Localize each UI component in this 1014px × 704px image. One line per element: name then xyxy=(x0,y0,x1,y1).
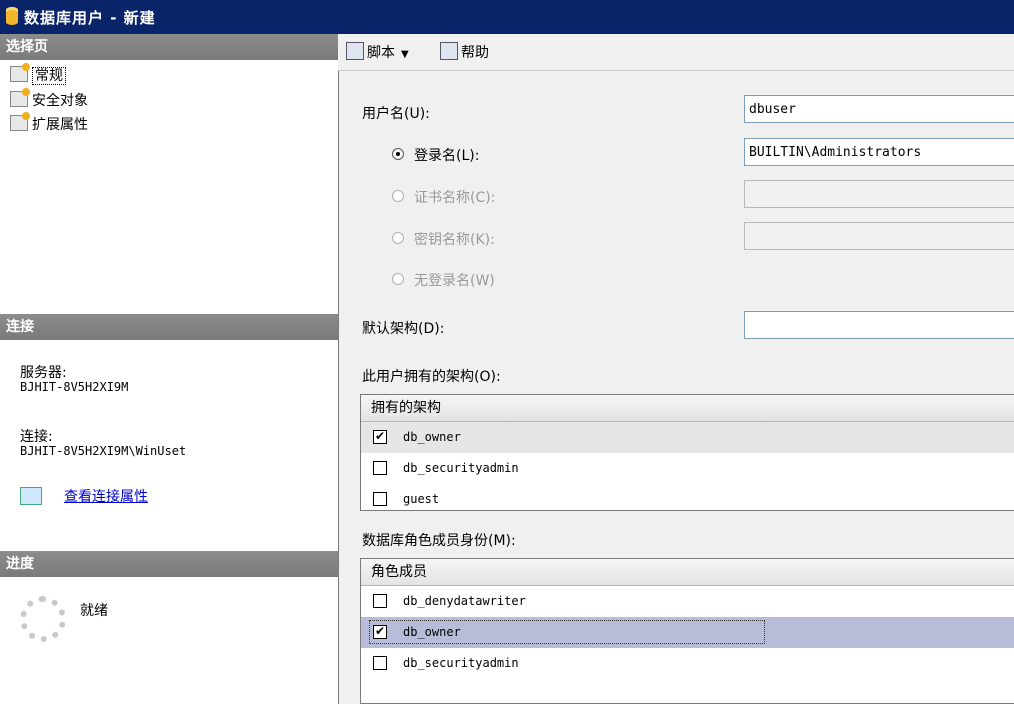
default-schema-input[interactable] xyxy=(744,311,1014,339)
left-pane: 选择页 常规 安全对象 扩展属性 连接 服务器: BJHIT-8V5H2XI9M… xyxy=(0,34,339,704)
progress-spinner-icon xyxy=(20,596,66,642)
table-row[interactable]: db_owner xyxy=(361,421,1014,453)
page-item-general[interactable]: 常规 xyxy=(10,63,66,86)
server-label: 服务器: xyxy=(20,365,67,381)
table-row[interactable]: db_securityadmin xyxy=(361,453,1014,484)
script-button[interactable]: 脚本 ▼ xyxy=(346,42,409,65)
script-icon xyxy=(346,42,364,60)
help-icon xyxy=(440,42,458,60)
select-page-header: 选择页 xyxy=(0,34,338,60)
checkbox[interactable] xyxy=(373,492,387,506)
help-button[interactable]: 帮助 xyxy=(440,42,489,63)
database-icon xyxy=(6,7,18,25)
script-label: 脚本 xyxy=(367,45,395,61)
table-row[interactable]: db_denydatawriter xyxy=(361,586,1014,617)
page-item-securables[interactable]: 安全对象 xyxy=(10,88,88,111)
window-title: 数据库用户 - 新建 xyxy=(24,9,156,27)
page-label: 扩展属性 xyxy=(32,117,88,133)
page-icon xyxy=(10,112,30,131)
row-label: db_owner xyxy=(403,625,461,639)
row-label: db_denydatawriter xyxy=(403,594,526,608)
username-label: 用户名(U): xyxy=(362,106,430,122)
page-label: 安全对象 xyxy=(32,93,88,109)
row-label: guest xyxy=(403,492,440,506)
connection-header: 连接 xyxy=(0,314,338,340)
checkbox[interactable] xyxy=(373,656,387,670)
owned-schemas-header: 拥有的架构 xyxy=(361,395,1014,422)
no-login-radio[interactable] xyxy=(392,273,404,285)
table-row[interactable]: db_securityadmin xyxy=(361,648,1014,679)
page-item-extended-properties[interactable]: 扩展属性 xyxy=(10,112,88,135)
view-connection-properties-link[interactable]: 查看连接属性 xyxy=(64,486,148,506)
checkbox[interactable] xyxy=(373,421,387,452)
page-icon xyxy=(10,63,30,82)
certificate-input xyxy=(744,180,1014,208)
login-input[interactable] xyxy=(744,138,1014,166)
toolbar: 脚本 ▼ 帮助 xyxy=(338,34,1014,71)
certificate-label: 证书名称(C): xyxy=(414,190,496,206)
owned-schemas-label: 此用户拥有的架构(O): xyxy=(362,369,501,385)
login-label: 登录名(L): xyxy=(414,148,480,164)
dropdown-caret-icon[interactable]: ▼ xyxy=(401,49,409,60)
checkbox[interactable] xyxy=(373,616,387,647)
connection-value: BJHIT-8V5H2XI9M\WinUset xyxy=(20,444,187,458)
title-bar: 数据库用户 - 新建 xyxy=(0,0,1014,34)
role-membership-grid[interactable]: 角色成员 db_denydatawriter db_owner db_secur… xyxy=(360,558,1014,704)
owned-schemas-grid[interactable]: 拥有的架构 db_owner db_securityadmin guest xyxy=(360,394,1014,511)
page-label: 常规 xyxy=(32,67,66,85)
role-membership-label: 数据库角色成员身份(M): xyxy=(362,533,516,549)
table-row[interactable]: db_owner xyxy=(361,616,1014,648)
row-label: db_securityadmin xyxy=(403,656,519,670)
default-schema-label: 默认架构(D): xyxy=(362,321,445,337)
progress-header: 进度 xyxy=(0,551,338,577)
page-icon xyxy=(10,88,30,107)
no-login-label: 无登录名(W) xyxy=(414,273,495,289)
key-input xyxy=(744,222,1014,250)
progress-status: 就绪 xyxy=(80,603,108,619)
role-membership-header: 角色成员 xyxy=(361,559,1014,586)
checkbox[interactable] xyxy=(373,594,387,608)
table-row[interactable]: guest xyxy=(361,484,1014,510)
checkbox[interactable] xyxy=(373,461,387,475)
key-label: 密钥名称(K): xyxy=(414,232,495,248)
row-label: db_securityadmin xyxy=(403,461,519,475)
certificate-radio[interactable] xyxy=(392,190,404,202)
server-value: BJHIT-8V5H2XI9M xyxy=(20,380,129,394)
login-radio[interactable] xyxy=(392,148,404,160)
key-radio[interactable] xyxy=(392,232,404,244)
connection-label: 连接: xyxy=(20,429,53,445)
help-label: 帮助 xyxy=(461,45,489,61)
connection-properties-icon[interactable] xyxy=(20,487,42,505)
username-input[interactable] xyxy=(744,95,1014,123)
row-label: db_owner xyxy=(403,430,461,444)
